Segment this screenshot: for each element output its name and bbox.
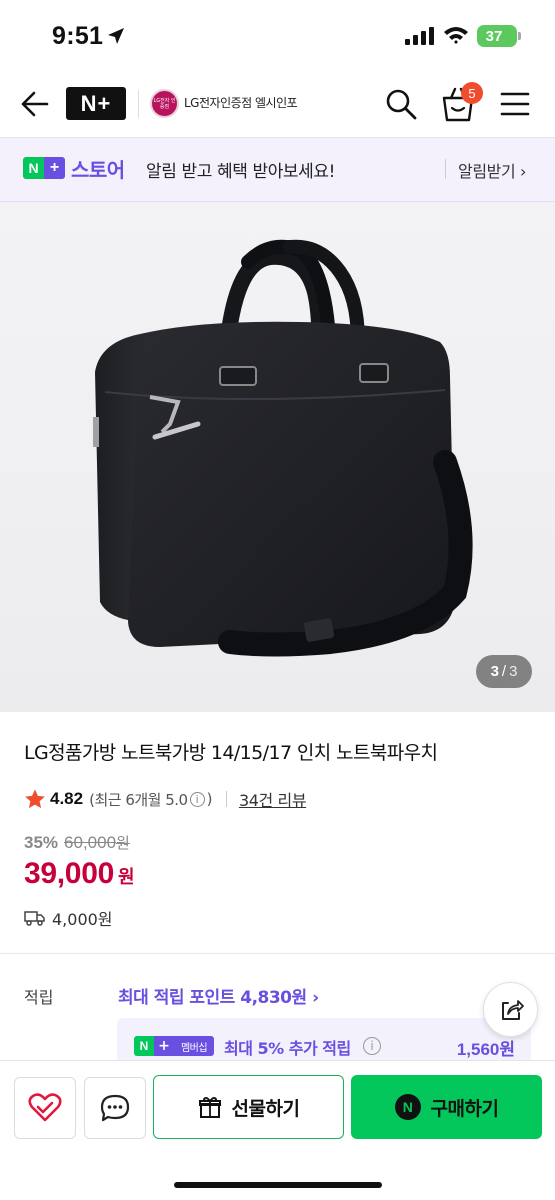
battery-icon: 37	[477, 25, 521, 47]
back-arrow-icon[interactable]	[18, 88, 50, 120]
naver-pay-n-icon: N	[394, 1094, 421, 1120]
search-icon[interactable]	[384, 87, 418, 121]
discount-row: 35% 60,000 원	[24, 832, 130, 853]
share-icon	[501, 999, 524, 1020]
notification-banner[interactable]: N + 스토어 알림 받고 혜택 받아보세요! 알림받기 ›	[0, 138, 555, 202]
rating-divider	[225, 791, 227, 807]
subscribe-alarm-button[interactable]: 알림받기 ›	[458, 158, 526, 182]
review-count-link[interactable]: 34건 리뷰	[239, 787, 307, 811]
sale-price: 39,000	[24, 857, 114, 890]
bottom-action-bar: 선물하기 N 구매하기	[0, 1060, 555, 1200]
original-price: 60,000	[64, 833, 117, 852]
naver-plus-membership-badge: N + 멤버십	[134, 1036, 214, 1056]
store-logo[interactable]: LG전자 인증점	[150, 89, 179, 118]
banner-store-label: 스토어	[71, 158, 125, 182]
membership-points-amount: 1,560원	[456, 1040, 515, 1059]
gift-button[interactable]: 선물하기	[153, 1075, 344, 1139]
original-price-unit: 원	[116, 834, 130, 852]
star-icon	[25, 789, 45, 809]
shipping-row: 4,000원	[24, 906, 113, 930]
rating-row: 4.82 (최근 6개월 5.0 i ) 34건 리뷰	[24, 787, 307, 811]
badge-n-mark: N	[134, 1036, 154, 1056]
home-indicator	[174, 1182, 382, 1188]
badge-plus-mark: +	[154, 1036, 174, 1056]
chat-inquiry-button[interactable]	[84, 1077, 146, 1139]
header-divider	[138, 90, 139, 118]
share-button[interactable]	[483, 982, 538, 1037]
discount-percent: 35%	[24, 833, 59, 852]
delivery-truck-icon	[24, 911, 45, 926]
location-arrow-icon	[108, 28, 124, 44]
gift-icon	[198, 1096, 221, 1118]
banner-text: 알림 받고 혜택 받아보세요!	[146, 162, 336, 182]
pager-separator: /	[501, 663, 507, 680]
image-pager-indicator: 3 / 3	[476, 655, 532, 688]
points-label: 적립	[24, 988, 54, 1007]
max-points-link[interactable]: 최대 적립 포인트 4,830원 ›	[118, 983, 319, 1008]
plus-mark: +	[44, 157, 65, 179]
info-icon[interactable]: i	[189, 791, 205, 807]
laptop-bag-image	[93, 239, 473, 657]
store-name[interactable]: LG전자인증점 엘시인포	[184, 94, 298, 111]
membership-extra-points: 최대 5% 추가 적립	[224, 1039, 351, 1058]
buy-button[interactable]: N 구매하기	[351, 1075, 542, 1139]
status-bar: 9:51 37	[0, 0, 555, 72]
top-header: N+ LG전자 인증점 LG전자인증점 엘시인포 5	[0, 72, 555, 138]
product-title: LG정품가방 노트북가방 14/15/17 인치 노트북파우치	[24, 742, 438, 764]
membership-info-icon[interactable]: i	[363, 1037, 381, 1055]
recent-rating-close: )	[206, 790, 213, 808]
buy-button-label: 구매하기	[430, 1097, 499, 1120]
pager-total: 3	[509, 663, 518, 680]
cart-count-badge: 5	[461, 82, 483, 104]
battery-level: 37	[485, 27, 503, 45]
hamburger-menu-icon[interactable]	[500, 90, 530, 118]
recent-rating: (최근 6개월 5.0	[89, 790, 188, 809]
heart-check-icon	[28, 1093, 62, 1122]
price-row: 39,000 원	[24, 857, 135, 891]
wishlist-button[interactable]	[14, 1077, 76, 1139]
section-divider	[0, 953, 555, 954]
banner-divider	[445, 159, 446, 179]
naver-plus-store-logo: N +	[23, 157, 65, 179]
rating-score: 4.82	[50, 789, 84, 808]
naver-n-mark: N	[23, 157, 44, 179]
status-time: 9:51	[52, 22, 104, 50]
naver-plus-logo[interactable]: N+	[66, 87, 126, 120]
cellular-signal-icon	[405, 27, 434, 45]
badge-membership-label: 멤버십	[174, 1036, 214, 1056]
sale-price-unit: 원	[117, 867, 135, 888]
shipping-fee: 4,000원	[52, 910, 113, 929]
gift-button-label: 선물하기	[231, 1097, 300, 1120]
wifi-icon	[444, 27, 468, 44]
chat-bubble-icon	[100, 1094, 130, 1122]
pager-current: 3	[490, 663, 499, 680]
product-image-gallery[interactable]	[0, 202, 555, 712]
